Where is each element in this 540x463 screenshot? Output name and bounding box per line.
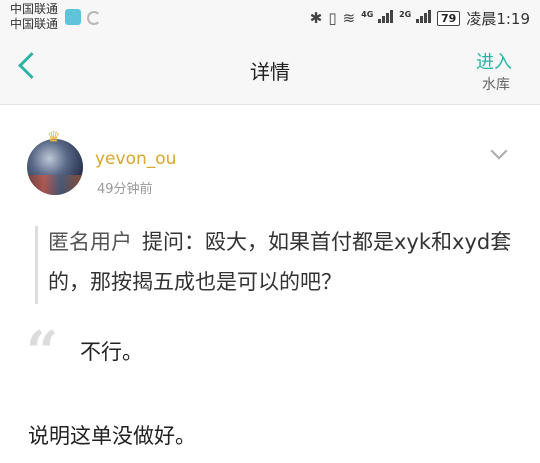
clock: 凌晨1:19 — [466, 9, 530, 28]
sync-icon — [87, 11, 101, 25]
explanation-text: 说明这单没做好。 — [28, 424, 196, 448]
author-name[interactable]: yevon_ou — [95, 149, 176, 169]
reservoir-label[interactable]: 水库 — [482, 74, 510, 94]
app-notification-icon — [65, 9, 81, 25]
avatar[interactable] — [27, 139, 83, 195]
chevron-down-icon[interactable] — [490, 142, 508, 160]
answer-text: 不行。 — [80, 340, 143, 364]
carrier-1: 中国联通 — [10, 2, 59, 16]
status-indicators: ✱ ▯ ≋ 4G 2G 79 凌晨1:19 — [310, 8, 530, 28]
wifi-icon: ≋ — [342, 9, 356, 27]
page-title: 详情 — [250, 60, 290, 84]
enter-button[interactable]: 进入 — [476, 48, 512, 74]
vibrate-icon: ▯ — [328, 9, 337, 27]
signal-1: 4G — [361, 9, 394, 27]
bluetooth-icon: ✱ — [309, 9, 323, 27]
carrier-2: 中国联通 — [10, 17, 59, 31]
carrier-info: 中国联通 中国联通 — [10, 2, 58, 32]
signal-bars-icon — [378, 9, 394, 23]
network-type-1: 4G — [361, 10, 374, 19]
question-quote-bar — [35, 226, 38, 304]
signal-bars-icon — [416, 9, 431, 23]
post-time: 49分钟前 — [97, 182, 153, 197]
signal-2: 2G — [399, 9, 431, 27]
asker-name: 匿名用户 — [48, 230, 132, 254]
battery-indicator: 79 — [437, 10, 461, 26]
status-bar: 中国联通 中国联通 ✱ ▯ ≋ 4G 2G 79 凌晨1:19 — [0, 0, 540, 34]
header-bar: 详情 进入 水库 — [0, 34, 540, 105]
quote-icon: “ — [26, 319, 59, 385]
crown-icon: ♛ — [47, 128, 61, 146]
question-block: 匿名用户 提问：殴大，如果首付都是xyk和xyd套的，那按揭五成也是可以的吧？ — [48, 222, 518, 302]
network-type-2: 2G — [399, 10, 412, 19]
